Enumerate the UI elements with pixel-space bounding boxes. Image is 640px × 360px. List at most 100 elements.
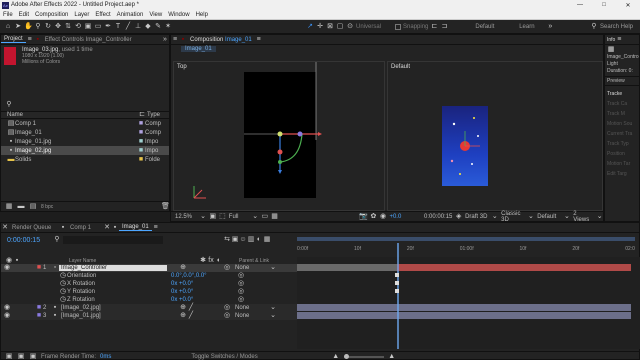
graph-editor-icon[interactable]: ▦ [263, 236, 271, 244]
motion-blur-icon[interactable]: ◐ [255, 236, 263, 244]
interpret-footage-icon[interactable]: ▦ [5, 203, 13, 211]
eraser-tool-icon[interactable]: ◆ [144, 23, 152, 31]
draft-3d-icon[interactable]: ▣ [231, 236, 239, 244]
brush-tool-icon[interactable]: ╱ [124, 23, 132, 31]
property-value[interactable]: 0x +0.0° [171, 289, 237, 295]
default-view[interactable]: Default [387, 61, 603, 211]
menu-file[interactable]: File [3, 12, 13, 18]
visibility-icon[interactable]: ◉ [3, 312, 11, 320]
visibility-icon[interactable]: ◉ [3, 264, 11, 272]
view-3d-dropdown[interactable]: Classic 3D [501, 211, 524, 223]
menu-window[interactable]: Window [168, 12, 189, 18]
zoom-out-icon[interactable]: ▲ [332, 353, 340, 360]
parent-header[interactable]: Parent & Link [239, 258, 269, 264]
property-row[interactable]: ◷ Y Rotation 0x +0.0° ◎ [1, 288, 297, 296]
view-3d-chevron-icon[interactable]: ⌄ [528, 213, 535, 221]
search-icon[interactable]: ⚲ [53, 236, 61, 244]
tab-info[interactable]: Info [607, 37, 615, 43]
fit-icon[interactable]: ⬚ [219, 213, 226, 221]
parent-chevron-icon[interactable]: ⌄ [269, 304, 277, 312]
delete-icon[interactable]: 🗑 [161, 203, 170, 211]
motion-target[interactable]: Motion Tar [607, 159, 637, 169]
layer-name[interactable]: [Image_01.jpg] [59, 313, 167, 319]
snap-options-icon[interactable]: ⊏ [430, 23, 438, 31]
minimize-button[interactable]: — [568, 2, 592, 8]
hand-tool-icon[interactable]: ✋ [24, 23, 33, 31]
property-row[interactable]: ◷ Orientation 0.0°,0.0°,0.0° ◎ [1, 272, 297, 280]
menu-effect[interactable]: Effect [95, 12, 110, 18]
stopwatch-icon[interactable]: ◷ [59, 280, 67, 288]
motion-source[interactable]: Motion Sou [607, 119, 637, 129]
label-swatch[interactable]: ■ [35, 312, 43, 320]
property-value[interactable]: 0x +0.0° [171, 297, 237, 303]
layer-name-header[interactable]: Layer Name [69, 258, 199, 264]
stopwatch-icon[interactable]: ◷ [59, 272, 67, 280]
expand-layer-switches-icon[interactable]: ▣ [5, 353, 13, 360]
puppet-tool-icon[interactable]: ✶ [164, 23, 172, 31]
zoom-chevron-icon[interactable]: ⌄ [200, 213, 207, 221]
stopwatch-icon[interactable]: ◷ [59, 296, 67, 304]
roto-brush-icon[interactable]: ✎ [154, 23, 162, 31]
tab-project[interactable]: Project [1, 36, 26, 43]
time-ruler[interactable]: 0:00f 10f 20f 01:00f 10f 20f 02:0 [297, 233, 637, 257]
project-item[interactable]: ▤ Comp 1 ■ Comp [1, 119, 169, 128]
expand-panel-icon[interactable]: » [161, 36, 169, 44]
pen-tool-icon[interactable]: ✒ [104, 23, 112, 31]
preview-panel-tab[interactable]: Preview [605, 76, 639, 86]
camera-chevron-icon[interactable]: ⌄ [564, 213, 571, 221]
close-button[interactable]: ✕ [616, 2, 640, 9]
layer-row[interactable]: ◉ ■ 3 ▪ [Image_01.jpg] ⊕ ╱ ◎ None ⌄ [1, 312, 297, 320]
camera-dropdown[interactable]: Default [537, 214, 560, 220]
type-tool-icon[interactable]: T [114, 23, 122, 31]
property-value[interactable]: 0.0°,0.0°,0.0° [171, 273, 237, 279]
channel-icon[interactable]: ✿ [370, 213, 377, 221]
local-axis-icon[interactable]: ✛ [316, 23, 324, 31]
switch-shy-icon[interactable]: ⊕ [179, 312, 187, 320]
top-view[interactable]: Top [173, 61, 385, 211]
panel-menu-icon[interactable]: ≡ [171, 36, 179, 44]
resolution-chevron-icon[interactable]: ⌄ [252, 213, 259, 221]
property-value[interactable]: 0x +0.0° [171, 281, 237, 287]
lock-icon[interactable] [27, 312, 35, 320]
tab-effect-controls[interactable]: Effect Controls Image_Controller [42, 37, 135, 43]
menu-view[interactable]: View [149, 12, 162, 18]
views-dropdown[interactable]: 2 Views [573, 211, 593, 223]
views-chevron-icon[interactable]: ⌄ [596, 213, 603, 221]
project-item[interactable]: ▪ Image_01.jpg ■ Impo [1, 137, 169, 146]
zoom-tool-icon[interactable]: ⚲ [34, 23, 42, 31]
tab-menu-icon[interactable]: ≡ [152, 224, 160, 232]
tab-menu-icon[interactable]: ≡ [255, 36, 263, 44]
view-axis-icon[interactable]: ▢ [336, 23, 344, 31]
fast-preview-icon[interactable]: ◈ [455, 213, 462, 221]
project-item[interactable]: ▪ Image_02.jpg ■ Impo [1, 146, 169, 155]
lock-icon[interactable] [27, 264, 35, 272]
tab-render-queue[interactable]: Render Queue [9, 225, 59, 231]
label-column-icon[interactable]: ⊏ [137, 111, 147, 119]
lock-icon[interactable] [27, 304, 35, 312]
close-tab-icon[interactable]: ✕ [1, 224, 9, 232]
tab-image-01[interactable]: Image_01 [119, 224, 152, 231]
solo-icon[interactable] [19, 304, 27, 312]
timeline-timecode[interactable]: 0:00:00:15 [7, 237, 47, 244]
audio-icon[interactable] [11, 304, 19, 312]
search-help-icon[interactable]: ⚲ [590, 23, 598, 31]
quality-icon[interactable]: ╱ [187, 312, 195, 320]
project-item[interactable]: ▤ Image_01 ■ Comp [1, 128, 169, 137]
keyframe-marker[interactable] [395, 289, 399, 293]
menu-edit[interactable]: Edit [19, 12, 29, 18]
expression-icon[interactable]: ◎ [237, 296, 245, 304]
rotate-tool-icon[interactable]: ⟲ [74, 23, 82, 31]
audio-icon[interactable] [11, 264, 19, 272]
work-area-bar[interactable] [297, 237, 635, 241]
safe-zones-icon[interactable]: ▣ [209, 213, 216, 221]
clone-stamp-icon[interactable]: ⊥ [134, 23, 142, 31]
shy-icon[interactable]: ☺ [239, 236, 247, 244]
pan-behind-icon[interactable]: ▣ [84, 23, 92, 31]
property-row[interactable]: ◷ Z Rotation 0x +0.0° ◎ [1, 296, 297, 304]
position-checkbox[interactable]: Position [607, 149, 637, 159]
solo-icon[interactable] [19, 312, 27, 320]
zoom-dropdown[interactable]: 12.5% [175, 214, 197, 220]
parent-chevron-icon[interactable]: ⌄ [269, 312, 277, 320]
parent-chevron-icon[interactable]: ⌄ [269, 264, 277, 272]
tracker-panel-tab[interactable]: Tracke [605, 90, 639, 98]
